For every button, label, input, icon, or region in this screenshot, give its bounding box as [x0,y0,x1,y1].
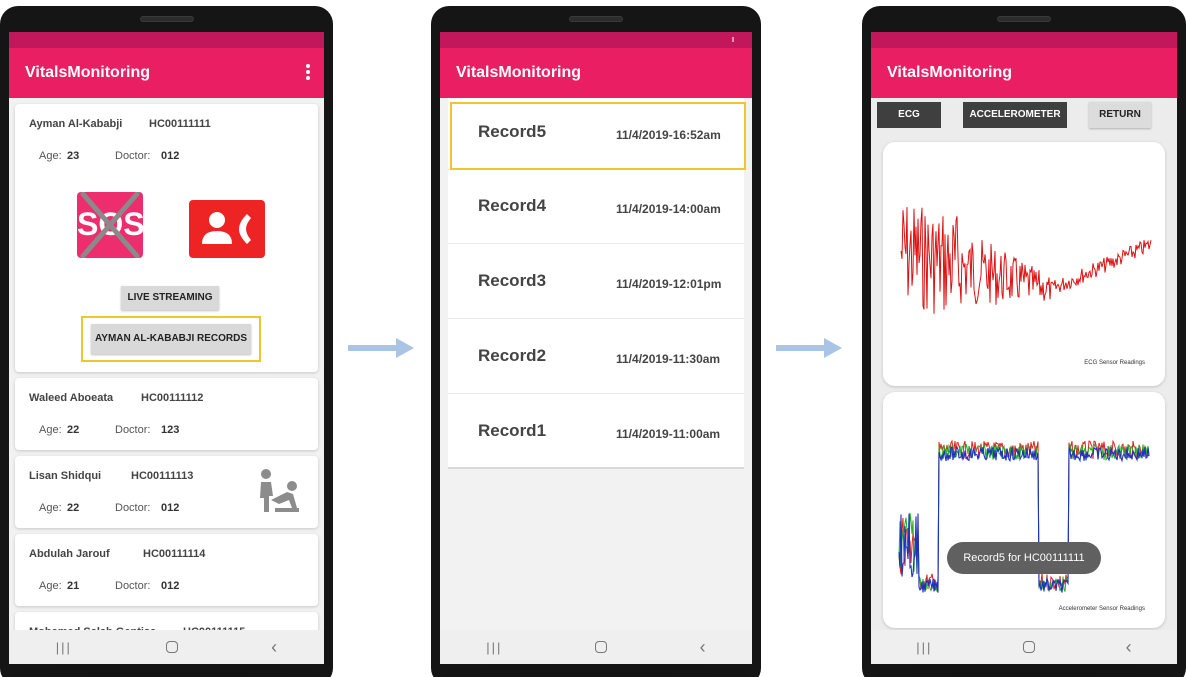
patient-id: HC00111112 [141,392,204,404]
call-doctor-icon[interactable] [189,200,265,258]
patient-name: Ayman Al-Kababji [29,118,123,130]
accelerometer-chart-card: Accelerometer Sensor Readings [883,392,1165,628]
phone-frame-3: VitalsMonitoring ECG ACCELEROMETER RETUR… [862,6,1186,677]
age-label: Age: [39,424,62,436]
record-item[interactable]: Record1 11/4/2019-11:00am [448,397,744,469]
patient-name: Waleed Aboeata [29,392,114,404]
record-name: Record1 [478,421,547,440]
record-item[interactable]: Record4 11/4/2019-14:00am [448,172,744,244]
status-bar [9,32,324,48]
speaker-grille [997,16,1051,22]
patient-id: HC00111111 [149,118,211,130]
record-item[interactable]: Record3 11/4/2019-12:01pm [448,247,744,319]
record-time: 11/4/2019-14:00am [616,202,721,216]
system-nav-bar: ||| ‹ [440,630,752,664]
toast-message: Record5 for HC00111111 [947,542,1101,574]
patient-card[interactable]: Abdulah Jarouf HC00111114 Age: 21 Doctor… [15,534,318,606]
patient-card[interactable]: Ayman Al-Kababji HC00111111 Age: 23 Doct… [15,104,318,372]
record-time: 11/4/2019-11:30am [616,352,721,366]
patient-name: Lisan Shidqui [29,470,102,482]
overflow-menu-icon[interactable] [306,64,310,80]
app-bar: VitalsMonitoring [871,48,1177,98]
doctor-label: Doctor: [115,150,151,162]
back-icon[interactable]: ‹ [700,637,706,658]
age-value: 21 [67,580,80,592]
accel-chart-label: Accelerometer Sensor Readings [1058,606,1145,612]
status-bar [440,32,752,48]
home-icon[interactable] [1023,641,1036,653]
sos-disabled-icon[interactable]: SOS [77,192,145,258]
live-streaming-button[interactable]: LIVE STREAMING [121,286,219,310]
doctor-value: 012 [161,580,180,592]
app-title: VitalsMonitoring [887,64,1013,81]
record-name: Record2 [478,346,547,365]
patient-id: HC00111113 [131,470,194,482]
record-name: Record4 [478,196,547,215]
arrow-right-icon [776,338,842,358]
patient-name: Abdulah Jarouf [29,548,110,560]
ecg-chart-label: ECG Sensor Readings [1084,360,1145,366]
record-item[interactable]: Record2 11/4/2019-11:30am [448,322,744,394]
home-icon[interactable] [165,641,178,653]
phone-frame-1: VitalsMonitoring Ayman Al-Kababji HC0011… [0,6,333,677]
back-icon[interactable]: ‹ [1126,637,1132,658]
doctor-value: 012 [161,150,180,162]
patient-card[interactable]: Waleed Aboeata HC00111112 Age: 22 Doctor… [15,378,318,450]
recent-apps-icon[interactable]: ||| [916,640,932,655]
ecg-chart [900,207,1152,314]
system-nav-bar: ||| ‹ [9,630,324,664]
screen-records-list: VitalsMonitoring Record5 11/4/2019-16:52… [440,32,752,664]
app-title: VitalsMonitoring [25,64,151,81]
arrow-right-icon [348,338,414,358]
screen-sensor-readings: VitalsMonitoring ECG ACCELEROMETER RETUR… [871,32,1177,664]
home-icon[interactable] [595,641,608,653]
doctor-value: 123 [161,424,180,436]
return-button[interactable]: RETURN [1089,102,1151,128]
stage: VitalsMonitoring Ayman Al-Kababji HC0011… [0,0,1186,677]
age-value: 22 [67,424,80,436]
cross-out-icon [80,192,140,258]
status-bar [871,32,1177,48]
recent-apps-icon[interactable]: ||| [486,640,502,655]
accelerometer-tab-button[interactable]: ACCELEROMETER [963,102,1067,128]
app-bar: VitalsMonitoring [9,48,324,98]
back-icon[interactable]: ‹ [271,637,277,658]
speaker-grille [569,16,623,22]
patient-card[interactable]: Lisan Shidqui HC00111113 Age: 22 Doctor:… [15,456,318,528]
age-value: 23 [67,150,80,162]
age-label: Age: [39,150,62,162]
doctor-label: Doctor: [115,502,151,514]
app-bar: VitalsMonitoring [440,48,752,98]
recent-apps-icon[interactable]: ||| [56,640,72,655]
doctor-label: Doctor: [115,580,151,592]
sensor-tab-bar: ECG ACCELEROMETER RETURN [871,102,1177,128]
ecg-chart-card: ECG Sensor Readings [883,142,1165,386]
highlight-box [450,102,746,170]
record-name: Record3 [478,271,547,290]
phone-frame-2: VitalsMonitoring Record5 11/4/2019-16:52… [431,6,761,677]
ecg-tab-button[interactable]: ECG [877,102,941,128]
age-value: 22 [67,502,80,514]
record-time: 11/4/2019-11:00am [616,427,721,441]
fall-detected-icon [260,469,299,512]
ecg-series-line [900,207,1152,314]
record-time: 11/4/2019-12:01pm [616,277,722,291]
doctor-label: Doctor: [115,424,151,436]
doctor-value: 012 [161,502,180,514]
accelerometer-chart [898,439,1150,593]
age-label: Age: [39,502,62,514]
screen-patient-list: VitalsMonitoring Ayman Al-Kababji HC0011… [9,32,324,664]
user-call-glyph [202,212,251,244]
speaker-grille [139,16,194,22]
app-title: VitalsMonitoring [456,64,582,81]
patient-id: HC00111114 [143,548,206,560]
highlight-box [81,316,261,362]
age-label: Age: [39,580,62,592]
system-nav-bar: ||| ‹ [871,630,1177,664]
